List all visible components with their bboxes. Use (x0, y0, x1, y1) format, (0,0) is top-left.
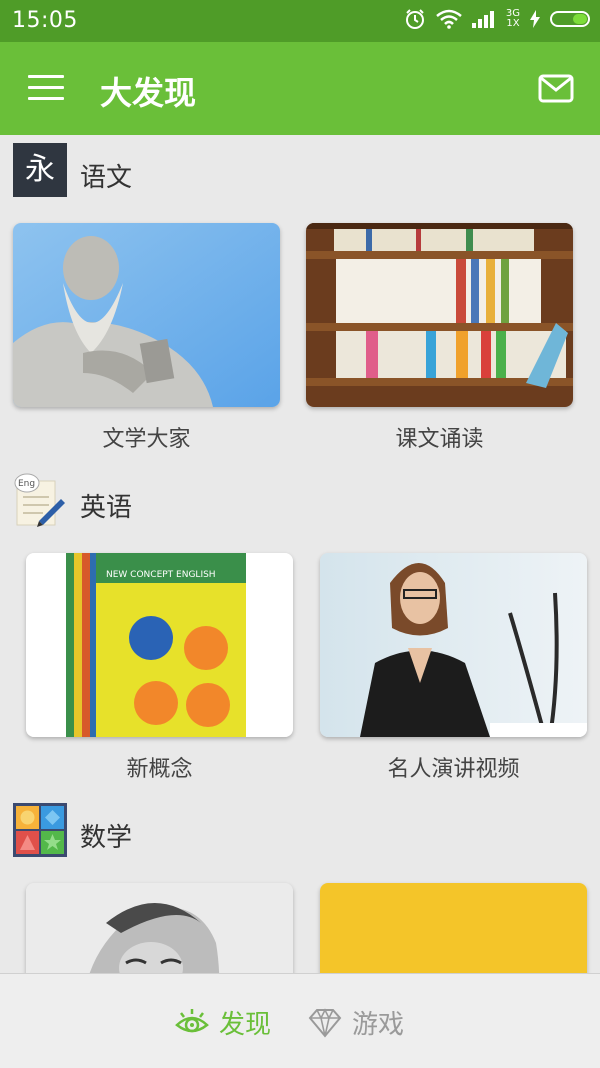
network-type: 3G 1X (506, 9, 520, 29)
card-math-2[interactable] (320, 883, 587, 973)
wifi-icon (436, 9, 462, 29)
confucius-statue-photo (13, 223, 280, 407)
bookshelf-photo (306, 223, 573, 407)
calligraphy-yong-icon: 永 (13, 143, 67, 197)
yellow-background-photo (320, 883, 587, 973)
status-icons: 3G 1X (404, 8, 590, 30)
card-text-recitation[interactable] (306, 223, 573, 407)
battery-icon (550, 11, 590, 27)
status-bar: 15:05 3G 1X (0, 0, 600, 42)
card-label-new-concept: 新概念 (126, 757, 193, 782)
tab-games-label: 游戏 (352, 1009, 405, 1040)
book-cover-title: NEW CONCEPT ENGLISH (106, 570, 216, 580)
shapes-grid-icon (13, 803, 67, 857)
bottom-navigation: 发现 游戏 (0, 973, 600, 1068)
discover-content[interactable]: 永 语文 文学大家 课文诵读 Eng 英语 NEW CONCEPT ENGLIS… (0, 135, 600, 973)
card-celebrity-speech[interactable] (320, 553, 587, 737)
hamburger-menu-icon[interactable] (28, 75, 64, 103)
alarm-icon (405, 9, 424, 29)
charging-icon (530, 10, 540, 28)
card-label-celebrity-speech: 名人演讲视频 (387, 757, 520, 782)
mail-icon[interactable] (538, 74, 574, 104)
diamond-icon (308, 1008, 342, 1038)
tab-discover-label: 发现 (219, 1009, 272, 1040)
section-math: 数学 (0, 803, 600, 859)
section-title-math: 数学 (80, 823, 133, 853)
book-spines-middle (336, 259, 541, 323)
card-label-literature-masters: 文学大家 (102, 427, 191, 452)
tab-discover[interactable]: 发现 (175, 1002, 271, 1042)
new-concept-english-books-photo: NEW CONCEPT ENGLISH (26, 553, 293, 737)
section-english: Eng 英语 (0, 473, 600, 529)
signal-icon (471, 11, 494, 28)
card-new-concept[interactable]: NEW CONCEPT ENGLISH (26, 553, 293, 737)
english-notebook-pen-icon: Eng (14, 473, 65, 527)
card-label-text-recitation: 课文诵读 (395, 427, 484, 452)
calligraphy-yong-glyph: 永 (25, 152, 55, 187)
book-spines-bottom (336, 331, 566, 378)
section-title-chinese: 语文 (80, 163, 133, 193)
card-literature-masters[interactable] (13, 223, 280, 407)
eng-bubble-text: Eng (18, 479, 35, 489)
woman-speaker-podium-photo (320, 553, 587, 737)
section-chinese: 永 语文 (0, 143, 600, 199)
card-math-1[interactable] (26, 883, 293, 973)
app-bar: 大发现 (0, 42, 600, 135)
engraving-portrait-photo (26, 883, 293, 973)
book-spines-top (334, 229, 534, 251)
page-title: 大发现 (100, 74, 197, 112)
section-title-english: 英语 (80, 493, 133, 523)
network-type-bottom: 1X (506, 18, 520, 29)
tab-games[interactable]: 游戏 (308, 1002, 404, 1042)
eye-icon (175, 1009, 209, 1033)
status-time: 15:05 (12, 8, 78, 33)
